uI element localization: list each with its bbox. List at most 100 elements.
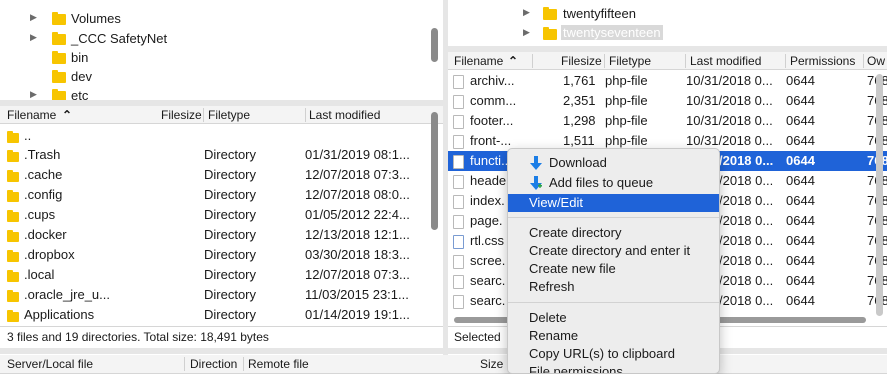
column-filename[interactable]: Filename (454, 54, 503, 68)
queue-divider[interactable] (0, 348, 887, 354)
file-icon (453, 113, 464, 130)
table-row[interactable]: .oracle_jre_u... Directory 11/03/2015 23… (0, 285, 425, 305)
expand-triangle-icon[interactable]: ▶ (30, 89, 42, 100)
file-icon (453, 253, 464, 270)
row-modified: 01/14/2019 19:1... (305, 307, 410, 322)
row-modified: 01/05/2012 22:4... (305, 207, 410, 222)
menu-item-refresh[interactable]: Refresh (508, 278, 719, 296)
folder-icon (7, 169, 19, 184)
row-filename: functi... (470, 153, 512, 168)
context-menu[interactable]: Download Add files to queue View/Edit Cr… (507, 148, 720, 374)
tree-item-etc[interactable]: ▶ etc (30, 86, 410, 100)
column-filetype[interactable]: Filetype (609, 54, 651, 68)
sort-ascending-icon[interactable]: ⌃ (62, 108, 72, 122)
row-modified: 10/31/2018 0... (686, 73, 773, 88)
add-to-queue-icon (530, 176, 542, 190)
tree-item-label: twentyfifteen (563, 6, 636, 21)
column-direction[interactable]: Direction (190, 357, 237, 371)
tree-item-label: dev (71, 69, 92, 84)
menu-item-file-permissions[interactable]: File permissions (508, 363, 719, 373)
file-icon (453, 173, 464, 190)
column-separator[interactable] (685, 54, 686, 68)
table-row[interactable]: archiv... 1,761 php-file 10/31/2018 0...… (448, 71, 887, 91)
menu-item-rename[interactable]: Rename (508, 327, 719, 345)
column-permissions[interactable]: Permissions (790, 54, 855, 68)
row-filename: .oracle_jre_u... (24, 287, 110, 302)
column-filesize[interactable]: Filesize (561, 54, 602, 68)
column-separator[interactable] (243, 357, 244, 371)
menu-item-download[interactable]: Download (508, 154, 719, 172)
tree-item-ccc-safetynet[interactable]: ▶ _CCC SafetyNet (30, 29, 410, 49)
table-row[interactable]: .docker Directory 12/13/2018 12:1... (0, 225, 425, 245)
local-tree-scrollbar[interactable] (431, 28, 438, 62)
column-remote-file[interactable]: Remote file (248, 357, 309, 371)
column-separator[interactable] (863, 54, 864, 68)
column-size[interactable]: Size (480, 357, 503, 371)
file-icon (453, 293, 464, 310)
table-row[interactable]: .config Directory 12/07/2018 08:0... (0, 185, 425, 205)
table-row[interactable]: Applications Directory 01/14/2019 19:1..… (0, 305, 425, 325)
row-modified: /2018 0... (719, 193, 774, 208)
column-separator[interactable] (604, 54, 605, 68)
local-list-scrollbar[interactable] (431, 112, 438, 230)
folder-icon (52, 12, 66, 27)
table-row[interactable]: .. (0, 126, 425, 146)
menu-item-view-edit[interactable]: View/Edit (508, 194, 719, 212)
menu-item-create-directory[interactable]: Create directory (508, 224, 719, 242)
table-row[interactable]: .local Directory 12/07/2018 07:3... (0, 265, 425, 285)
local-directory-tree[interactable]: ▶ Volumes ▶ _CCC SafetyNet bin dev ▶ etc (0, 0, 443, 100)
menu-item-copy-url[interactable]: Copy URL(s) to clipboard (508, 345, 719, 363)
table-row[interactable]: .cache Directory 12/07/2018 07:3... (0, 165, 425, 185)
column-separator[interactable] (532, 54, 533, 68)
row-permissions: 0644 (786, 73, 815, 88)
column-separator[interactable] (203, 108, 204, 122)
file-icon (453, 93, 464, 110)
column-filesize[interactable]: Filesize (161, 108, 202, 122)
tree-item-dev[interactable]: dev (30, 67, 410, 87)
row-filename: .docker (24, 227, 67, 242)
menu-item-delete[interactable]: Delete (508, 309, 719, 327)
column-filetype[interactable]: Filetype (208, 108, 250, 122)
row-filetype: Directory (204, 147, 257, 162)
remote-directory-tree[interactable]: ▶ twentyfifteen ▶ twentyseventeen (448, 0, 887, 46)
menu-item-create-directory-enter[interactable]: Create directory and enter it (508, 242, 719, 260)
table-row[interactable]: .dropbox Directory 03/30/2018 18:3... (0, 245, 425, 265)
file-icon (453, 73, 464, 90)
menu-item-create-new-file[interactable]: Create new file (508, 260, 719, 278)
remote-list-scrollbar-vertical[interactable] (876, 74, 883, 316)
row-modified: /2018 0... (719, 293, 774, 308)
row-modified: /2018 0... (719, 253, 774, 268)
table-row[interactable]: footer... 1,298 php-file 10/31/2018 0...… (448, 111, 887, 131)
local-file-list[interactable]: Filename ⌃ Filesize Filetype Last modifi… (0, 106, 443, 326)
tree-item-twentyseventeen[interactable]: ▶ twentyseventeen (523, 24, 823, 44)
sort-ascending-icon[interactable]: ⌃ (508, 54, 518, 68)
folder-icon (52, 70, 66, 85)
row-filetype: Directory (204, 187, 257, 202)
table-row[interactable]: .cups Directory 01/05/2012 22:4... (0, 205, 425, 225)
row-modified: 12/07/2018 07:3... (305, 267, 410, 282)
download-arrow-icon (530, 156, 542, 170)
expand-triangle-icon[interactable]: ▶ (30, 32, 42, 43)
column-separator[interactable] (785, 54, 786, 68)
column-separator[interactable] (184, 357, 185, 371)
expand-triangle-icon[interactable]: ▶ (523, 27, 535, 38)
row-filename: comm... (470, 93, 517, 108)
column-server-local-file[interactable]: Server/Local file (7, 357, 93, 371)
table-row[interactable]: .Trash Directory 01/31/2019 08:1... (0, 145, 425, 165)
column-last-modified[interactable]: Last modified (309, 108, 380, 122)
table-row[interactable]: comm... 2,351 php-file 10/31/2018 0... 0… (448, 91, 887, 111)
column-filename[interactable]: Filename (7, 108, 56, 122)
row-filename: .Trash (24, 147, 61, 162)
column-last-modified[interactable]: Last modified (690, 54, 761, 68)
folder-icon (543, 27, 557, 42)
tree-item-twentyfifteen[interactable]: ▶ twentyfifteen (523, 4, 823, 24)
row-modified: 10/31/2018 0... (686, 133, 773, 148)
column-separator[interactable] (305, 108, 306, 122)
menu-item-add-to-queue[interactable]: Add files to queue (508, 174, 719, 192)
column-owner[interactable]: Ow (867, 54, 885, 68)
expand-triangle-icon[interactable]: ▶ (30, 12, 42, 23)
tree-item-bin[interactable]: bin (30, 48, 410, 68)
tree-item-volumes[interactable]: ▶ Volumes (30, 9, 410, 29)
expand-triangle-icon[interactable]: ▶ (523, 7, 535, 18)
row-modified: /2018 0... (719, 213, 774, 228)
